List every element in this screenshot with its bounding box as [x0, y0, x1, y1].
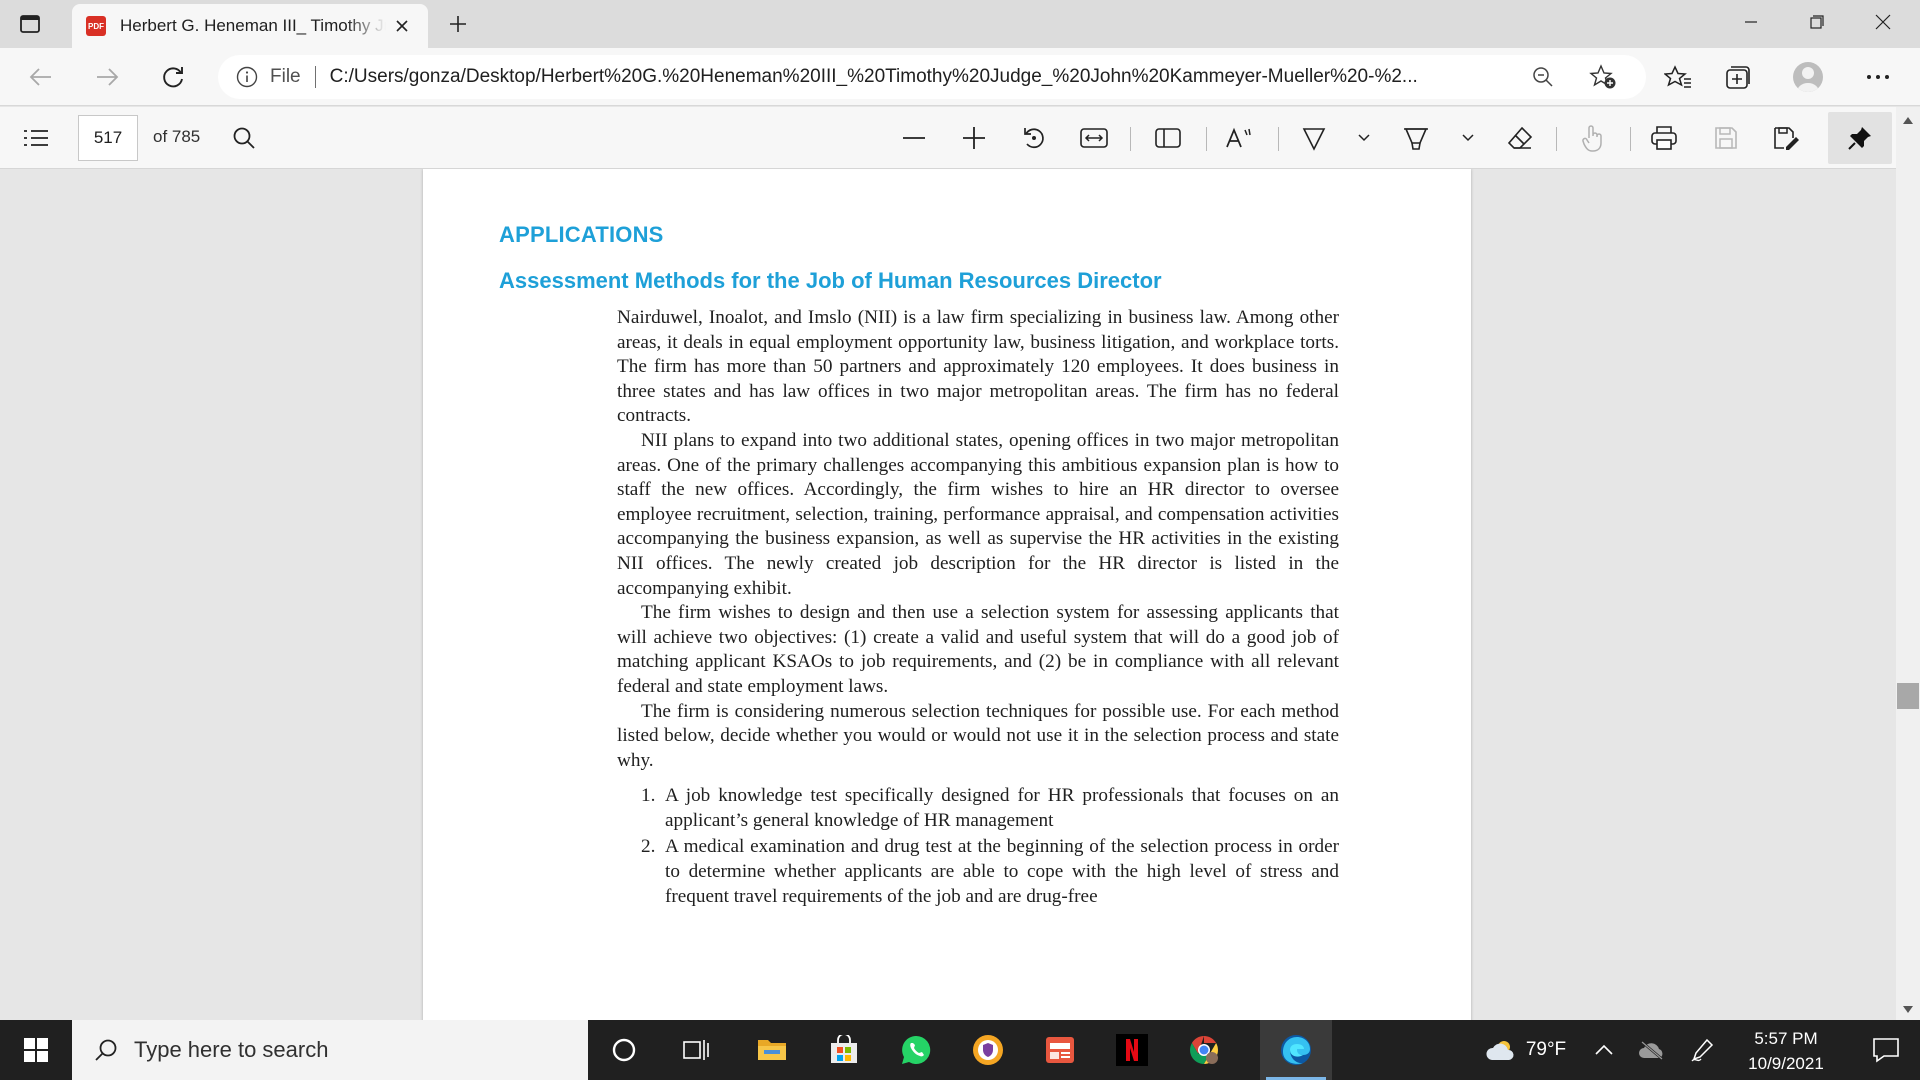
minimize-button[interactable] — [1720, 0, 1782, 44]
highlight-options-chevron-down-icon[interactable] — [1450, 120, 1486, 156]
vertical-scrollbar[interactable] — [1896, 107, 1920, 1020]
title-bar: PDF Herbert G. Heneman III_ Timothy Judg… — [0, 0, 1920, 48]
url-divider — [314, 66, 316, 88]
paragraph: The firm is considering numerous selecti… — [617, 700, 1339, 771]
windows-taskbar: Type here to search 79°F 5:57 PM 10/9/20… — [0, 1020, 1920, 1080]
show-hidden-icons-chevron-up-icon[interactable] — [1586, 1020, 1622, 1080]
news-app-icon[interactable] — [1024, 1020, 1096, 1080]
back-button[interactable] — [24, 60, 58, 94]
clock-time: 5:57 PM — [1754, 1029, 1818, 1048]
toolbar-divider — [1206, 127, 1207, 151]
close-tab-icon[interactable] — [390, 14, 414, 38]
table-of-contents-icon[interactable] — [18, 120, 54, 156]
url-box[interactable]: File C:/Users/gonza/Desktop/Herbert%20G.… — [218, 55, 1646, 99]
toolbar-divider — [1556, 127, 1557, 151]
tab-actions-icon[interactable] — [16, 10, 44, 38]
toolbar-divider — [1630, 127, 1631, 151]
taskbar-search[interactable]: Type here to search — [72, 1020, 588, 1080]
settings-more-icon[interactable] — [1860, 60, 1896, 94]
document-body: Nairduwel, Inoalot, and Imslo (NII) is a… — [617, 306, 1339, 911]
search-icon[interactable] — [226, 120, 262, 156]
microsoft-store-icon[interactable] — [808, 1020, 880, 1080]
section-heading: APPLICATIONS — [499, 222, 664, 247]
toolbar-divider — [1278, 127, 1279, 151]
paragraph: NII plans to expand into two additional … — [617, 429, 1339, 599]
method-list: 1. A job knowledge test specifically desi… — [617, 784, 1339, 909]
page-number-input[interactable]: 517 — [78, 115, 138, 161]
scroll-up-icon[interactable] — [1900, 113, 1916, 127]
info-icon[interactable] — [236, 66, 258, 88]
browser-tab[interactable]: PDF Herbert G. Heneman III_ Timothy Judg… — [72, 4, 428, 48]
tab-title: Herbert G. Heneman III_ Timothy Judge_ J… — [120, 16, 386, 35]
scrollbar-thumb[interactable] — [1897, 683, 1919, 709]
partly-cloudy-icon — [1486, 1041, 1514, 1060]
system-clock[interactable]: 5:57 PM 10/9/2021 — [1724, 1026, 1848, 1076]
start-button[interactable] — [0, 1020, 72, 1080]
save-icon[interactable] — [1708, 120, 1744, 156]
read-aloud-icon[interactable] — [1222, 120, 1258, 156]
pdf-page: APPLICATIONS Assessment Methods for the … — [423, 169, 1471, 1020]
save-as-icon[interactable] — [1768, 120, 1804, 156]
address-bar: File C:/Users/gonza/Desktop/Herbert%20G.… — [0, 48, 1920, 106]
forward-button[interactable] — [90, 60, 124, 94]
search-icon — [94, 1038, 118, 1062]
chrome-icon[interactable] — [1168, 1020, 1240, 1080]
list-item: 2. A medical examination and drug test at… — [617, 835, 1339, 909]
favorites-icon[interactable] — [1660, 60, 1696, 94]
weather-widget[interactable]: 79°F — [1470, 1020, 1580, 1080]
highlight-icon[interactable] — [1398, 120, 1434, 156]
refresh-button[interactable] — [156, 60, 190, 94]
document-viewer[interactable]: APPLICATIONS Assessment Methods for the … — [0, 169, 1920, 1020]
list-item-text: A medical examination and drug test at t… — [665, 836, 1339, 907]
draw-icon[interactable] — [1296, 120, 1332, 156]
avatar — [1793, 62, 1823, 92]
pin-toolbar-button[interactable] — [1828, 112, 1892, 164]
file-explorer-icon[interactable] — [736, 1020, 808, 1080]
list-item-text: A job knowledge test specifically design… — [665, 785, 1339, 831]
vpn-shield-icon[interactable] — [952, 1020, 1024, 1080]
paragraph: Nairduwel, Inoalot, and Imslo (NII) is a… — [617, 307, 1339, 427]
scroll-down-icon[interactable] — [1900, 1002, 1916, 1016]
touch-select-icon[interactable] — [1574, 120, 1610, 156]
add-favorite-icon[interactable] — [1586, 55, 1620, 99]
zoom-icon[interactable] — [1526, 55, 1560, 99]
pdf-toolbar: 517 of 785 — [0, 107, 1920, 169]
notification-center-icon[interactable] — [1852, 1020, 1920, 1080]
url-scheme-label: File — [270, 66, 301, 87]
onedrive-cloud-icon[interactable] — [1632, 1020, 1672, 1080]
cortana-icon[interactable] — [588, 1020, 660, 1080]
restore-button[interactable] — [1786, 0, 1848, 44]
new-tab-button[interactable] — [444, 10, 472, 38]
close-window-button[interactable] — [1852, 0, 1914, 44]
search-placeholder: Type here to search — [134, 1037, 329, 1062]
toolbar-divider — [1130, 127, 1131, 151]
task-view-icon[interactable] — [660, 1020, 732, 1080]
collections-icon[interactable] — [1720, 60, 1756, 94]
edge-icon[interactable] — [1260, 1020, 1332, 1080]
erase-icon[interactable] — [1502, 120, 1538, 156]
pdf-icon: PDF — [86, 16, 106, 36]
rotate-icon[interactable] — [1016, 120, 1052, 156]
zoom-out-icon[interactable] — [896, 120, 932, 156]
whatsapp-icon[interactable] — [880, 1020, 952, 1080]
fit-width-icon[interactable] — [1076, 120, 1112, 156]
clock-date: 10/9/2021 — [1748, 1054, 1824, 1073]
section-subheading: Assessment Methods for the Job of Human … — [499, 268, 1162, 293]
profile-avatar[interactable] — [1790, 60, 1826, 94]
page-view-icon[interactable] — [1150, 120, 1186, 156]
url-text[interactable]: C:/Users/gonza/Desktop/Herbert%20G.%20He… — [330, 66, 1520, 88]
list-number: 1. — [641, 785, 656, 807]
zoom-in-icon[interactable] — [956, 120, 992, 156]
pen-workspace-icon[interactable] — [1682, 1020, 1722, 1080]
draw-options-chevron-down-icon[interactable] — [1346, 120, 1382, 156]
netflix-icon[interactable] — [1096, 1020, 1168, 1080]
list-number: 2. — [641, 836, 656, 858]
print-icon[interactable] — [1646, 120, 1682, 156]
paragraph: The firm wishes to design and then use a… — [617, 602, 1339, 697]
page-count: of 785 — [153, 127, 201, 146]
temperature: 79°F — [1525, 1039, 1567, 1060]
list-item: 1. A job knowledge test specifically desi… — [617, 784, 1339, 833]
